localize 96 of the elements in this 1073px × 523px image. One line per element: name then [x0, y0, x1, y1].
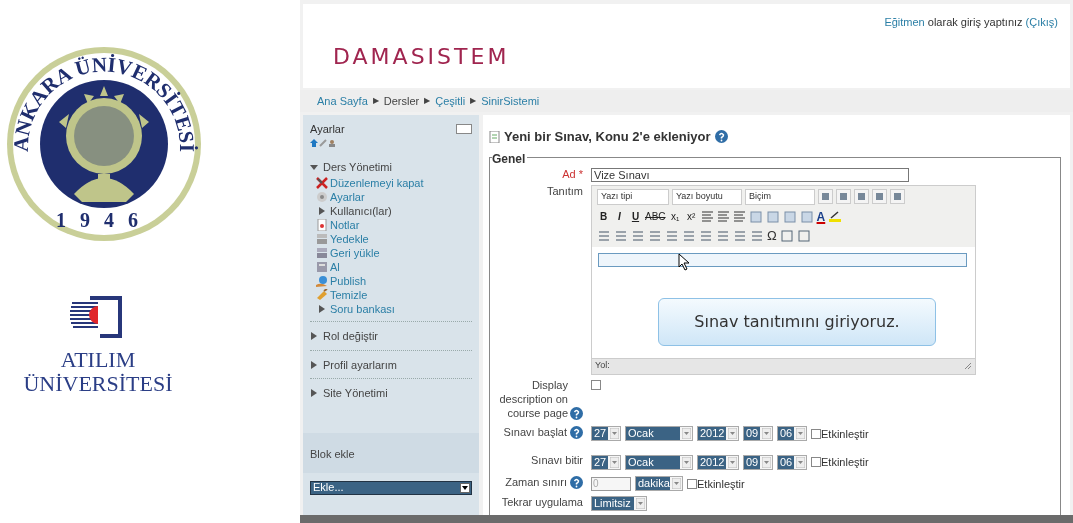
date-select[interactable]: 09 [743, 426, 773, 442]
help-icon[interactable] [570, 425, 583, 439]
login-info: Eğitmen olarak giriş yaptınız (Çıkış) [884, 15, 1058, 30]
date-select[interactable]: 09 [743, 454, 773, 470]
align-left-icon[interactable] [700, 210, 714, 223]
breadcrumb-separator: ▶ [424, 95, 431, 107]
dropdown-arrow-icon [682, 428, 691, 440]
checkbox[interactable] [591, 379, 601, 390]
resize-handle-icon[interactable] [964, 362, 972, 370]
field-label: Sınavı bitir [531, 454, 583, 467]
tree-item[interactable]: Site Yönetimi [323, 385, 388, 402]
dock-button[interactable] [456, 124, 472, 135]
document-icon[interactable] [316, 219, 328, 231]
collapsed-triangle-icon[interactable] [310, 389, 318, 398]
path-label: Yol: [595, 359, 610, 373]
date-select[interactable]: Ocak [625, 454, 693, 470]
collapsed-triangle-icon[interactable] [318, 207, 326, 215]
date-select[interactable]: Ocak [625, 426, 693, 442]
field-label: Tekrar uygulama [501, 496, 583, 509]
user-icon[interactable] [328, 138, 336, 147]
logout-link[interactable]: (Çıkış) [1025, 16, 1058, 28]
dropdown-arrow-icon [762, 456, 771, 468]
dropdown-arrow-icon [462, 485, 468, 490]
move-icon[interactable] [310, 138, 318, 147]
breadcrumb-link[interactable]: SinirSistemi [481, 92, 540, 110]
repeat-select[interactable]: Limitsiz [591, 496, 647, 511]
format-button[interactable]: B [597, 209, 610, 224]
dropdown-arrow-icon [682, 456, 691, 468]
dropdown-arrow-icon [796, 456, 805, 468]
dropdown-arrow-icon [610, 428, 619, 440]
breadcrumb-link[interactable]: Çeşitli [435, 92, 466, 110]
checkbox[interactable] [811, 457, 821, 468]
logo-text: ÜNİVERSİTESİ [23, 372, 173, 396]
date-select[interactable]: 27 [591, 454, 621, 470]
help-icon[interactable] [714, 130, 728, 144]
tree-item[interactable]: Profil ayarlarım [323, 356, 397, 373]
align-right-icon[interactable] [732, 210, 746, 223]
checkbox-label: Etkinleştir [697, 476, 745, 492]
mouse-pointer-icon [678, 252, 690, 271]
field-label: Display description on course page [498, 377, 568, 420]
collapsed-triangle-icon[interactable] [310, 332, 318, 341]
field-label: Zaman sınırı [505, 475, 567, 489]
breadcrumb-separator: ▶ [372, 95, 379, 107]
dropdown-arrow-icon [728, 456, 737, 468]
date-select[interactable]: 06 [777, 426, 807, 442]
tree-item[interactable]: Rol değiştir [323, 328, 379, 345]
checkbox-label: Etkinleştir [821, 455, 869, 470]
font-color-button[interactable]: A [816, 207, 826, 226]
breadcrumb-link[interactable]: Ana Sayfa [317, 92, 368, 110]
collapsed-triangle-icon[interactable] [310, 360, 318, 369]
callout: Sınav tanıtımını giriyoruz. [658, 297, 936, 346]
field-label: Sınavı başlat [503, 425, 567, 439]
dropdown-arrow-icon [672, 478, 681, 490]
tree-item[interactable]: Ders Yönetimi [323, 158, 392, 175]
block-title: Blok ekle [310, 447, 355, 460]
format-button[interactable]: U [629, 209, 642, 224]
bullet-list-icon[interactable] [597, 228, 611, 243]
format-button[interactable]: x² [684, 209, 698, 224]
editor-select[interactable]: Yazı tipi [597, 188, 669, 205]
editor-select[interactable]: Yazı boyutu [672, 188, 742, 205]
globe-icon[interactable] [316, 275, 328, 287]
breadcrumb-separator: ▶ [470, 95, 477, 107]
checkbox[interactable] [811, 428, 821, 439]
block-title: Ayarlar [310, 122, 345, 137]
field-label: Tanıtım [546, 184, 583, 198]
role-link[interactable]: Eğitmen [884, 16, 925, 28]
date-select[interactable]: 06 [777, 454, 807, 470]
dropdown-arrow-icon [762, 428, 771, 440]
quiz-icon [489, 130, 500, 143]
field-label: Ad [562, 167, 576, 181]
logo-text: ATILIM [60, 348, 136, 372]
format-button[interactable]: ABC [645, 209, 666, 224]
tools-icon[interactable] [316, 177, 328, 189]
format-button[interactable]: I [613, 209, 626, 224]
dropdown-arrow-icon [636, 498, 645, 509]
required-mark: * [578, 167, 583, 181]
date-select[interactable]: 2012 [697, 426, 739, 442]
input-field[interactable]: Vize Sınavı [591, 167, 909, 182]
dropdown-arrow-icon [610, 456, 619, 468]
collapsed-triangle-icon[interactable] [318, 305, 326, 313]
align-center-icon[interactable] [716, 210, 730, 223]
dropdown-arrow-icon [728, 428, 737, 440]
site-logo[interactable]: DAMASISTEM [333, 40, 510, 73]
special-character-button[interactable]: Ω [767, 228, 777, 243]
gear-icon[interactable] [316, 191, 328, 203]
help-icon[interactable] [570, 406, 583, 420]
format-button[interactable]: x₁ [668, 209, 682, 224]
date-select[interactable]: 2012 [697, 454, 739, 470]
breadcrumb-item: Dersler [383, 93, 420, 109]
date-select[interactable]: 27 [591, 426, 621, 442]
add-block-select[interactable]: Ekle... [310, 480, 472, 495]
page-title: Yeni bir Sınav, Konu 2'e ekleniyor [504, 128, 711, 146]
expanded-triangle-icon[interactable] [310, 162, 318, 171]
checkbox-label: Etkinleştir [821, 426, 869, 442]
editor-select[interactable]: Biçim [745, 188, 815, 205]
dropdown-arrow-icon [796, 428, 805, 440]
